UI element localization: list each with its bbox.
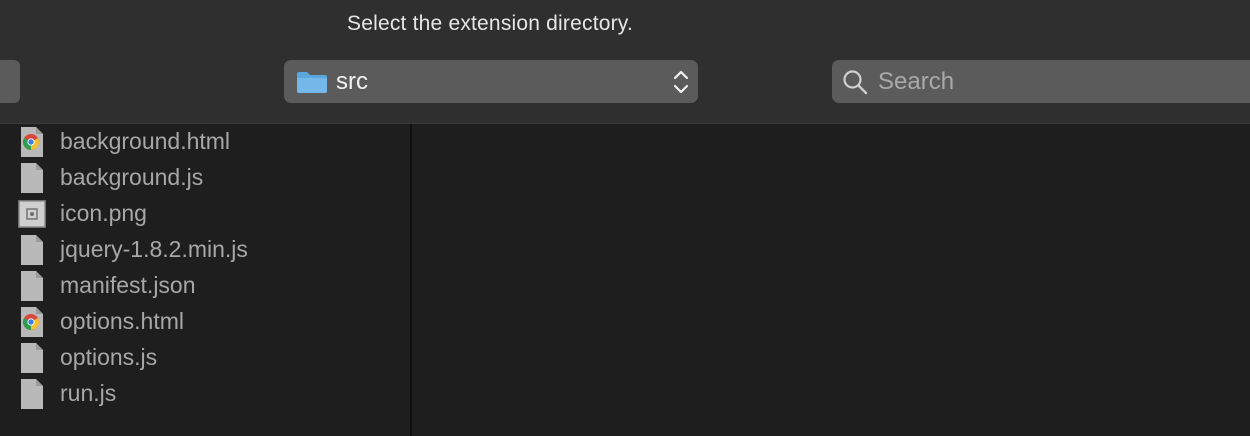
file-row-jquery-js[interactable]: jquery-1.8.2.min.js — [0, 232, 410, 268]
document-icon — [18, 162, 46, 194]
file-row-run-js[interactable]: run.js — [0, 376, 410, 412]
search-icon — [843, 70, 868, 95]
file-name: run.js — [60, 380, 117, 406]
open-dialog: Select the extension directory. src Sear… — [0, 0, 1250, 436]
chevron-up-down-icon — [673, 70, 689, 94]
chrome-html-icon — [18, 126, 46, 158]
document-icon — [18, 342, 46, 374]
document-icon — [18, 234, 46, 266]
file-row-icon-png[interactable]: icon.png — [0, 196, 410, 232]
file-name: background.js — [60, 164, 204, 190]
file-row-manifest-json[interactable]: manifest.json — [0, 268, 410, 304]
dialog-toolbar: Select the extension directory. src — [0, 0, 1250, 124]
file-name: options.js — [60, 344, 158, 370]
file-row-background-html[interactable]: background.html — [0, 124, 410, 160]
preview-pane — [414, 124, 1250, 436]
file-name: icon.png — [60, 200, 147, 226]
document-icon — [18, 378, 46, 410]
file-row-options-js[interactable]: options.js — [0, 340, 410, 376]
file-browser-column[interactable]: background.html background.js icon.png j… — [0, 124, 412, 436]
dialog-title: Select the extension directory. — [347, 12, 633, 35]
location-select[interactable]: src — [284, 60, 698, 103]
back-button[interactable] — [0, 60, 20, 103]
chrome-html-icon — [18, 306, 46, 338]
file-row-options-html[interactable]: options.html — [0, 304, 410, 340]
file-list: background.html background.js icon.png j… — [0, 124, 410, 412]
document-icon — [18, 270, 46, 302]
image-file-icon — [18, 198, 46, 230]
folder-icon — [297, 72, 327, 93]
file-name: background.html — [60, 128, 231, 154]
search-input[interactable] — [876, 64, 1250, 100]
file-name: manifest.json — [60, 272, 196, 298]
file-name: jquery-1.8.2.min.js — [60, 236, 248, 262]
location-label: src — [336, 68, 368, 95]
search-field[interactable] — [832, 60, 1250, 103]
file-name: options.html — [60, 308, 185, 334]
file-row-background-js[interactable]: background.js — [0, 160, 410, 196]
